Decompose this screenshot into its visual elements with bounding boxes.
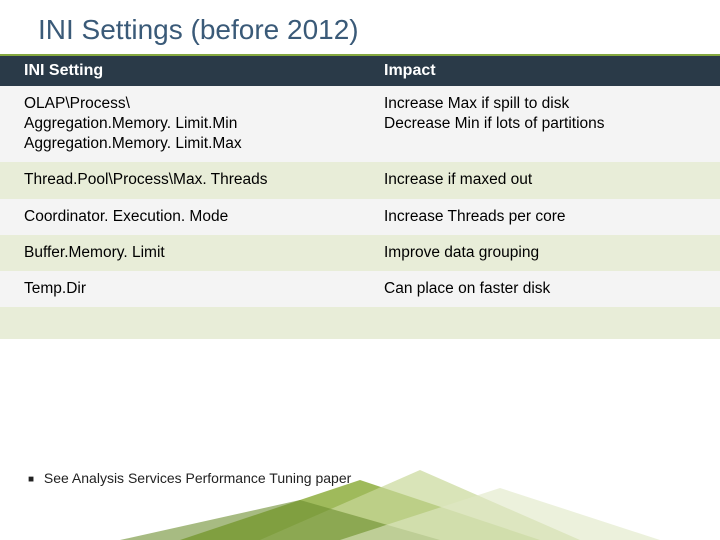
table-row [0, 307, 720, 339]
table-row: Temp.Dir Can place on faster disk [0, 271, 720, 307]
cell-impact [360, 307, 720, 339]
bullet-icon: ■ [22, 474, 40, 485]
footnote-text: See Analysis Services Performance Tuning… [44, 470, 351, 486]
cell-setting: Buffer.Memory. Limit [0, 235, 360, 271]
table-row: Buffer.Memory. Limit Improve data groupi… [0, 235, 720, 271]
cell-impact: Increase if maxed out [360, 162, 720, 198]
table-row: Coordinator. Execution. Mode Increase Th… [0, 199, 720, 235]
table-row: Thread.Pool\Process\Max. Threads Increas… [0, 162, 720, 198]
cell-impact: Increase Max if spill to diskDecrease Mi… [360, 86, 720, 162]
cell-setting: OLAP\Process\Aggregation.Memory. Limit.M… [0, 86, 360, 162]
col-header-setting: INI Setting [0, 56, 360, 86]
settings-table: INI Setting Impact OLAP\Process\Aggregat… [0, 56, 720, 339]
slide-title: INI Settings (before 2012) [0, 0, 720, 52]
cell-setting [0, 307, 360, 339]
col-header-impact: Impact [360, 56, 720, 86]
cell-setting: Temp.Dir [0, 271, 360, 307]
cell-impact: Improve data grouping [360, 235, 720, 271]
cell-setting: Coordinator. Execution. Mode [0, 199, 360, 235]
cell-setting: Thread.Pool\Process\Max. Threads [0, 162, 360, 198]
table-row: OLAP\Process\Aggregation.Memory. Limit.M… [0, 86, 720, 162]
cell-impact: Can place on faster disk [360, 271, 720, 307]
footnote: ■ See Analysis Services Performance Tuni… [22, 470, 351, 486]
cell-impact: Increase Threads per core [360, 199, 720, 235]
